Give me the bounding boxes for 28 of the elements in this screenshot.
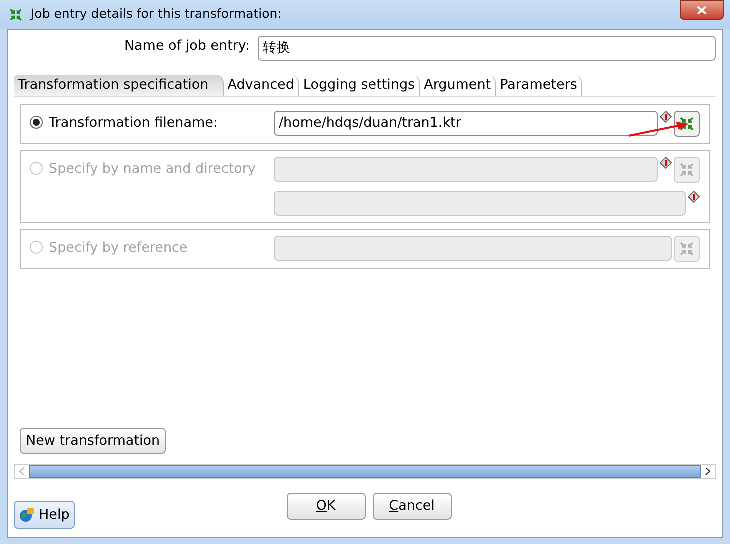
dialog-button[interactable]: OK xyxy=(286,493,366,520)
arrows-inward-icon xyxy=(679,116,695,132)
field-label: Name of job entry: xyxy=(123,37,251,56)
option-label: Specify by reference xyxy=(49,239,188,258)
arrows-inward-icon xyxy=(9,8,23,22)
horizontal-scrollbar[interactable] xyxy=(14,464,716,479)
dialog-button[interactable]: Cancel xyxy=(372,493,452,520)
browse-button[interactable] xyxy=(674,111,700,137)
globe-icon xyxy=(19,507,35,523)
tab[interactable]: Transformation specification xyxy=(14,75,224,96)
required-marker-icon xyxy=(688,191,700,203)
window-title: Job entry details for this transformation: xyxy=(31,5,282,24)
scroll-right-icon xyxy=(705,467,711,476)
option-label: Specify by name and directory xyxy=(49,160,256,179)
radio-button[interactable] xyxy=(30,116,43,129)
option-label: Transformation filename: xyxy=(49,114,218,133)
help-button[interactable]: Help xyxy=(14,501,75,529)
required-marker-icon xyxy=(660,157,672,169)
close-button[interactable] xyxy=(680,0,724,20)
scroll-left-icon xyxy=(19,467,25,476)
required-marker-icon xyxy=(660,111,672,123)
arrows-inward-icon xyxy=(679,241,695,257)
name-field[interactable]: 转换 xyxy=(258,36,716,61)
arrows-inward-icon xyxy=(679,162,695,178)
new-transformation-button[interactable]: New transformation xyxy=(20,428,166,454)
text-field[interactable]: /home/hdqs/duan/tran1.ktr xyxy=(274,111,658,136)
close-icon xyxy=(697,6,707,14)
annotation-arrow xyxy=(628,119,690,137)
